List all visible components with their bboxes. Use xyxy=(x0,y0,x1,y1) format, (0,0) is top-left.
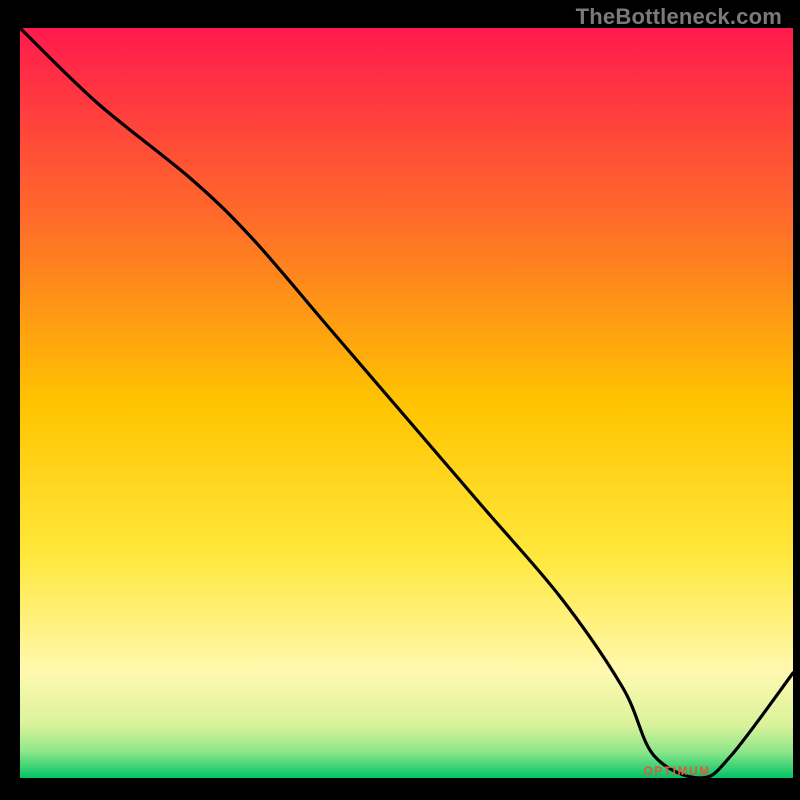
chart-background xyxy=(20,28,793,778)
optimum-annotation: OPTIMUM xyxy=(643,764,710,778)
watermark-text: TheBottleneck.com xyxy=(576,4,782,30)
bottleneck-chart: OPTIMUM xyxy=(0,0,800,800)
